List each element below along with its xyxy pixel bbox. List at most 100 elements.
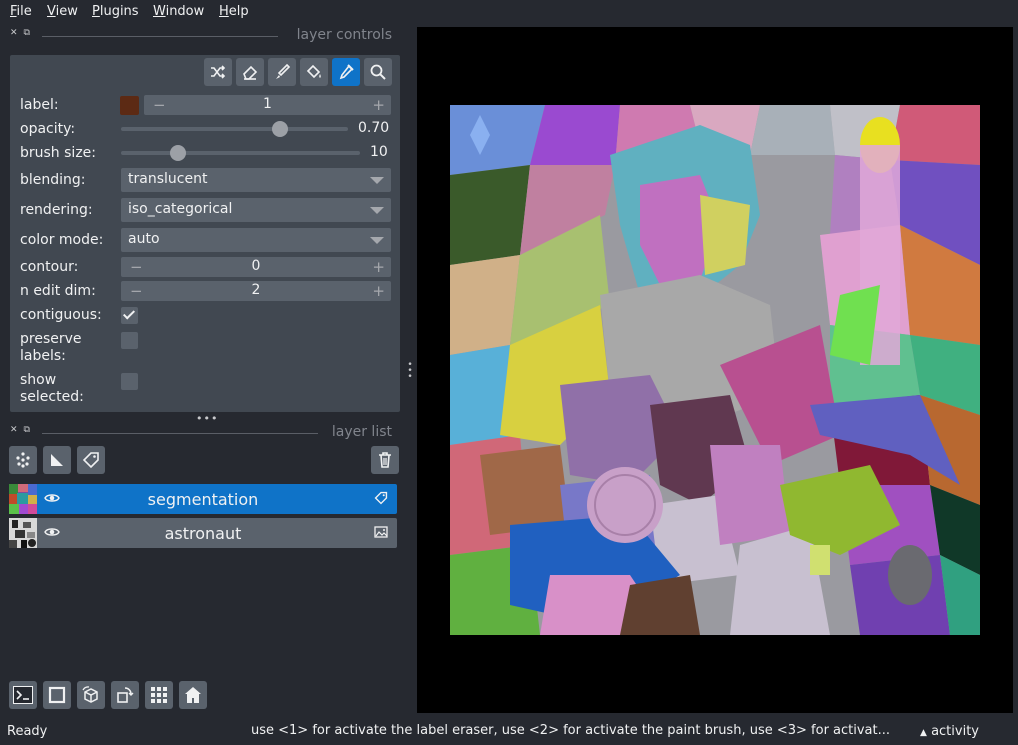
shuffle-icon — [211, 65, 226, 79]
contour-value: 0 — [251, 258, 261, 274]
increment-icon[interactable]: + — [372, 282, 385, 300]
layer-name: segmentation — [147, 490, 259, 509]
label-row-label: label: — [20, 97, 59, 113]
opacity-slider[interactable] — [121, 121, 348, 137]
rendering-value: iso_categorical — [128, 201, 233, 217]
opacity-value: 0.70 — [358, 120, 390, 136]
2d-3d-toggle-icon — [48, 686, 66, 704]
paint-brush-button[interactable] — [268, 58, 296, 86]
dock-splitter-handle[interactable]: ••• — [196, 412, 218, 425]
dock-float-close-icons[interactable]: ✕⧉ — [10, 425, 36, 435]
n-edit-dim-value: 2 — [251, 282, 261, 298]
show-selected-checkbox[interactable] — [121, 373, 138, 390]
color-picker-icon — [339, 64, 354, 80]
color-mode-value: auto — [128, 231, 160, 247]
blending-label: blending: — [20, 172, 86, 188]
blending-dropdown[interactable]: translucent — [121, 168, 391, 192]
menu-bar: File View Plugins Window Help — [0, 0, 1018, 24]
paint-brush-icon — [276, 63, 291, 79]
layer-list-title-bar: ✕⧉ layer list — [0, 424, 392, 441]
delete-layer-button[interactable] — [371, 446, 399, 474]
label-tag-icon — [374, 491, 388, 509]
label-spinbox[interactable]: − 1 + — [144, 95, 391, 115]
rendering-label: rendering: — [20, 202, 93, 218]
menu-window[interactable]: Window — [153, 4, 204, 19]
show-selected-label: show selected: — [20, 372, 84, 405]
label-value: 1 — [263, 96, 272, 112]
trash-icon — [379, 452, 391, 468]
zoom-icon — [370, 64, 386, 80]
contour-spinbox[interactable]: − 0 + — [121, 257, 391, 277]
dock-float-close-icons[interactable]: ✕⧉ — [10, 28, 36, 38]
astronaut-thumbnail — [9, 518, 37, 548]
layer-name: astronaut — [164, 524, 242, 543]
n-edit-dim-spinbox[interactable]: − 2 + — [121, 281, 391, 301]
shuffle-colors-button[interactable] — [204, 58, 232, 86]
menu-help[interactable]: Help — [219, 4, 249, 19]
viewer-canvas[interactable] — [417, 27, 1013, 713]
transpose-icon — [117, 687, 134, 703]
layer-list-title: layer list — [331, 424, 392, 440]
console-button[interactable] — [9, 681, 37, 709]
title-divider — [42, 36, 278, 37]
image-icon — [374, 525, 388, 543]
contour-label: contour: — [20, 259, 79, 275]
activity-button[interactable]: ▲ activity — [920, 724, 979, 739]
segmentation-image[interactable] — [450, 105, 980, 635]
shapes-icon — [51, 454, 63, 466]
segmentation-thumbnail — [9, 484, 37, 514]
new-shapes-layer-button[interactable] — [43, 446, 71, 474]
grid-icon — [151, 687, 167, 703]
toggle-ndisplay-button[interactable] — [43, 681, 71, 709]
color-picker-button[interactable] — [332, 58, 360, 86]
layer-controls-title-bar: ✕⧉ layer controls — [0, 27, 392, 44]
eraser-icon — [243, 65, 258, 80]
opacity-label: opacity: — [20, 121, 76, 137]
blending-value: translucent — [128, 171, 208, 187]
menu-view[interactable]: View — [47, 4, 78, 19]
points-icon — [16, 452, 30, 468]
rendering-dropdown[interactable]: iso_categorical — [121, 198, 391, 222]
n-edit-dim-label: n edit dim: — [20, 283, 96, 299]
roll-dims-button[interactable] — [77, 681, 105, 709]
layer-controls-panel: label: − 1 + opacity: 0.70 brush size: 1… — [10, 55, 400, 412]
reset-view-button[interactable] — [179, 681, 207, 709]
contiguous-checkbox[interactable] — [121, 307, 138, 324]
chevron-down-icon — [370, 207, 384, 214]
new-points-layer-button[interactable] — [9, 446, 37, 474]
chevron-down-icon — [370, 177, 384, 184]
title-divider — [42, 433, 318, 434]
fill-bucket-button[interactable] — [300, 58, 328, 86]
grid-view-button[interactable] — [145, 681, 173, 709]
chevron-down-icon — [370, 237, 384, 244]
pan-zoom-button[interactable] — [364, 58, 392, 86]
menu-file[interactable]: File — [10, 4, 32, 19]
brush-size-value: 10 — [370, 144, 388, 160]
layer-row-segmentation[interactable]: segmentation — [9, 484, 397, 514]
eraser-button[interactable] — [236, 58, 264, 86]
increment-icon[interactable]: + — [372, 96, 385, 114]
label-color-swatch[interactable] — [120, 96, 139, 115]
home-icon — [185, 687, 201, 703]
new-labels-layer-button[interactable] — [77, 446, 105, 474]
status-bar: Ready use <1> for activate the label era… — [0, 718, 1018, 745]
color-mode-label: color mode: — [20, 232, 104, 248]
layer-row-astronaut[interactable]: astronaut — [9, 518, 397, 548]
increment-icon[interactable]: + — [372, 258, 385, 276]
label-tag-icon — [82, 452, 99, 469]
contiguous-label: contiguous: — [20, 307, 102, 323]
color-mode-dropdown[interactable]: auto — [121, 228, 391, 252]
brush-size-slider-handle[interactable] — [170, 145, 187, 161]
menu-plugins[interactable]: Plugins — [92, 4, 139, 19]
canvas-splitter-handle[interactable]: • • • — [407, 361, 413, 382]
brush-size-label: brush size: — [20, 145, 96, 161]
preserve-labels-checkbox[interactable] — [121, 332, 138, 349]
status-ready-text: Ready — [7, 724, 48, 739]
status-hint-text: use <1> for activate the label eraser, u… — [251, 723, 891, 738]
console-icon — [13, 686, 33, 704]
transpose-button[interactable] — [111, 681, 139, 709]
caret-up-icon: ▲ — [920, 728, 927, 738]
opacity-slider-handle[interactable] — [271, 121, 288, 137]
brush-size-slider[interactable] — [121, 145, 360, 161]
roll-dims-icon — [82, 686, 98, 703]
